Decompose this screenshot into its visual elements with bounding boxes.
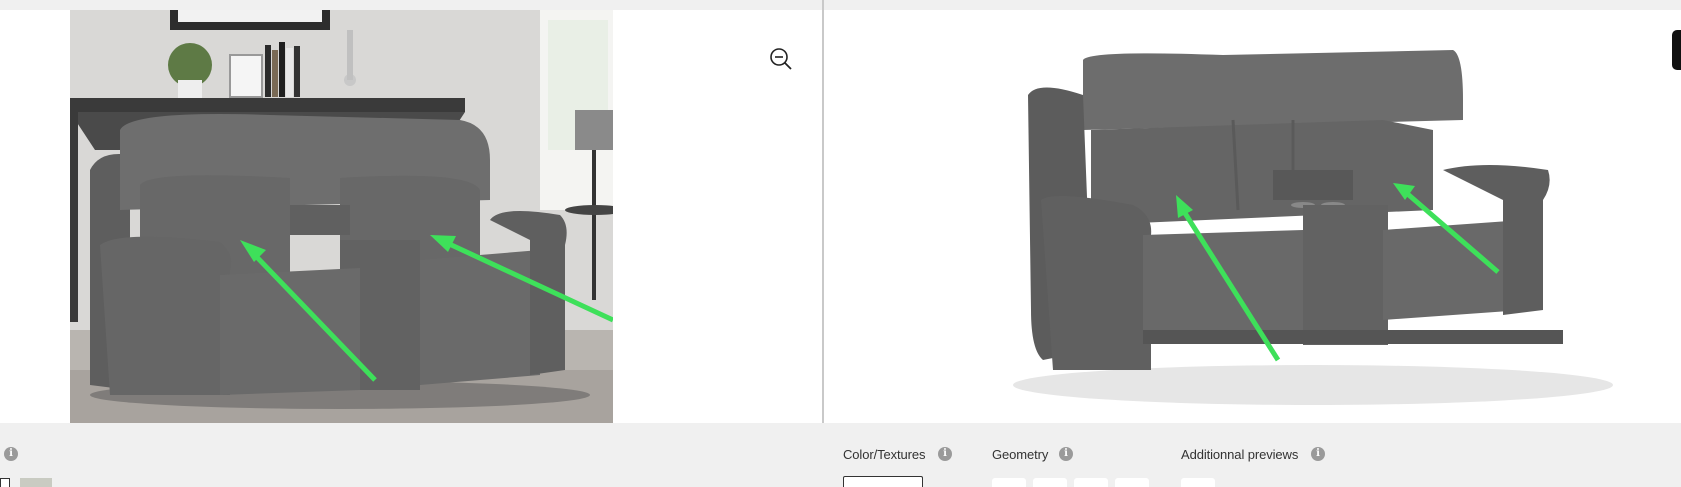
geometry-option[interactable] [992, 478, 1026, 487]
info-icon[interactable]: i [938, 447, 952, 461]
product-render[interactable] [983, 10, 1623, 423]
right-preview-pane [824, 10, 1681, 423]
section-label-color-textures: Color/Textures [843, 447, 926, 462]
info-icon[interactable]: i [4, 447, 18, 461]
thumbnail-room-photo[interactable] [20, 478, 52, 487]
thumbnail-partial[interactable] [0, 478, 10, 487]
zoom-out-icon[interactable] [768, 46, 794, 72]
product-photo[interactable] [70, 10, 613, 423]
geometry-option[interactable] [1115, 478, 1149, 487]
section-label-geometry: Geometry [992, 447, 1049, 462]
left-preview-pane [0, 10, 822, 423]
room-photo-drawing [70, 10, 613, 423]
top-strip [0, 0, 1681, 10]
info-icon[interactable]: i [1059, 447, 1073, 461]
color-swatch-selected[interactable] [843, 476, 923, 487]
geometry-option[interactable] [1074, 478, 1108, 487]
additional-preview-option[interactable] [1181, 478, 1215, 487]
side-panel-tab[interactable] [1672, 30, 1681, 70]
section-label-additional-previews: Additionnal previews [1181, 447, 1299, 462]
sofa-render-drawing [983, 10, 1623, 423]
info-icon[interactable]: i [1311, 447, 1325, 461]
bottom-toolbar [0, 423, 1681, 487]
geometry-option[interactable] [1033, 478, 1067, 487]
